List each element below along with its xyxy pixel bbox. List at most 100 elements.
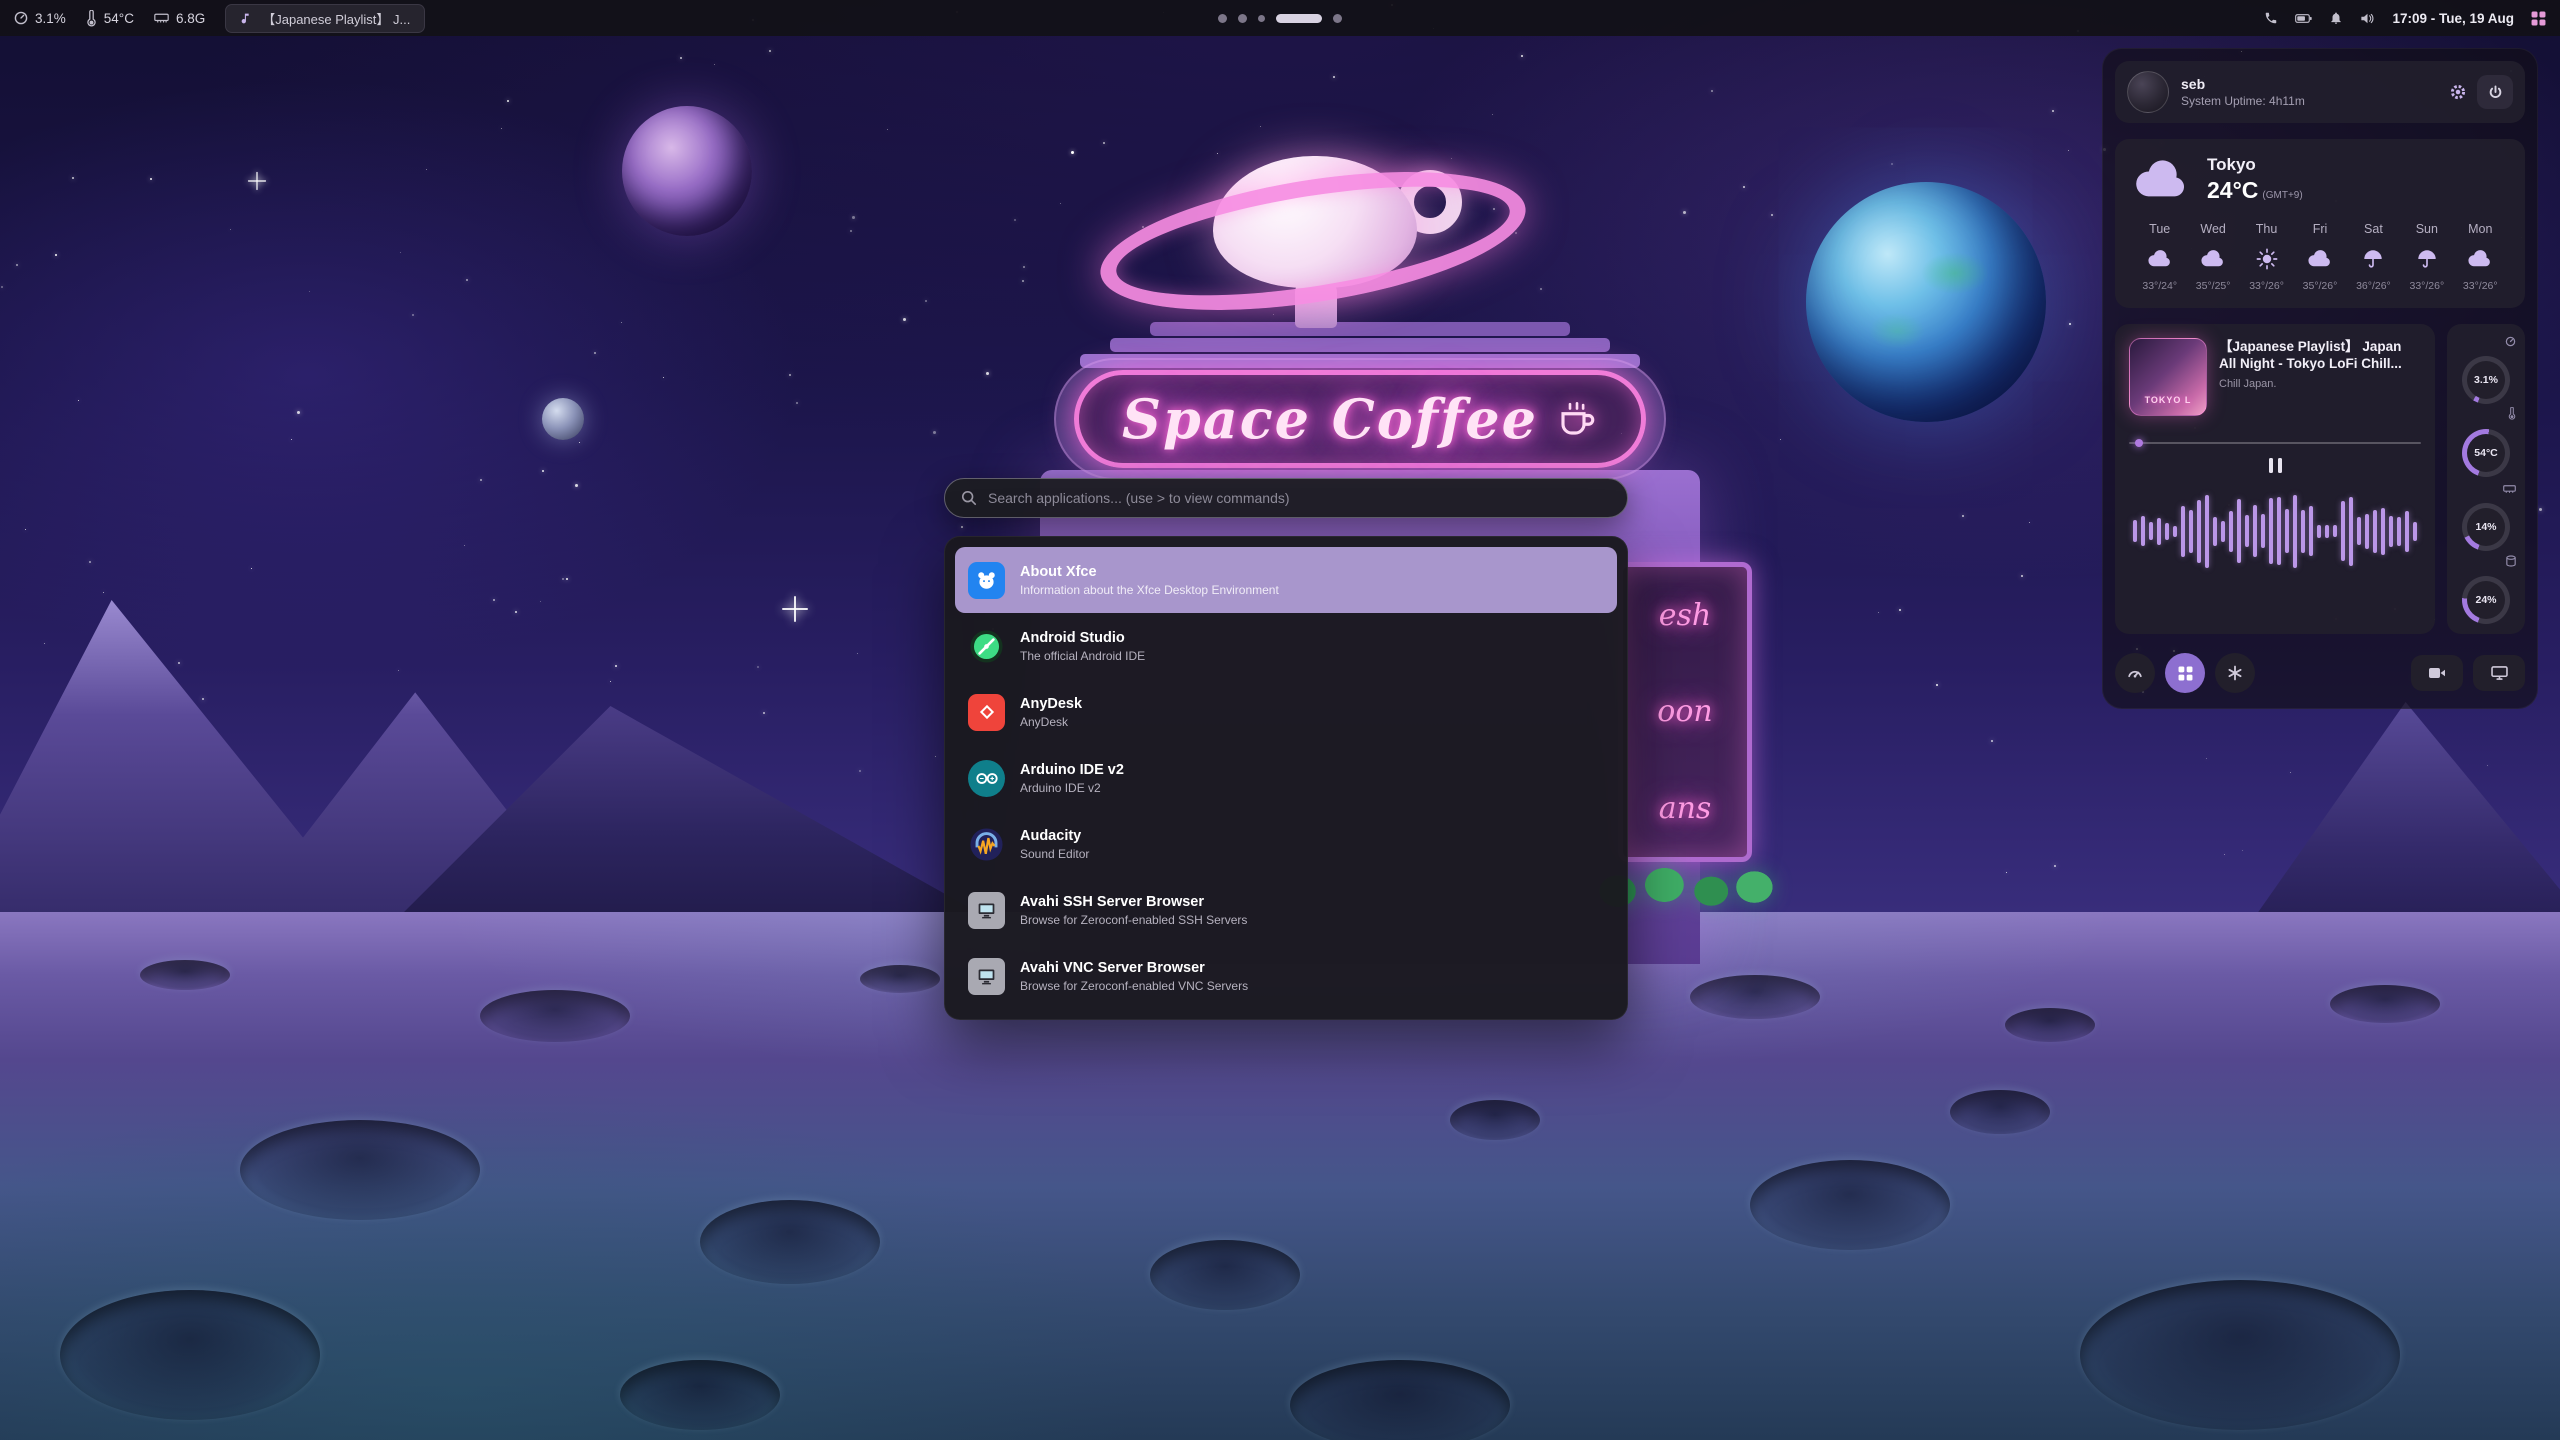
cpu-value: 3.1% <box>35 11 66 26</box>
display-icon <box>2491 666 2508 680</box>
power-icon <box>2488 85 2503 100</box>
screen-record-button[interactable] <box>2411 655 2463 691</box>
ram-icon <box>2503 481 2516 499</box>
android-studio-icon <box>968 628 1005 665</box>
flower-asterisk-icon <box>2227 665 2243 681</box>
screenshot-button[interactable] <box>2473 655 2525 691</box>
result-description: Browse for Zeroconf-enabled VNC Servers <box>1020 979 1248 993</box>
temperature-value: 54°C <box>104 11 134 26</box>
cpu-gauge: 3.1% <box>2462 356 2510 404</box>
workspace-switcher <box>1218 0 1342 36</box>
theme-button[interactable] <box>2215 653 2255 693</box>
forecast-day: Tue 33°/24° <box>2133 222 2186 292</box>
stat-temperature: 54°C <box>2454 407 2518 477</box>
window-neon-text: ans <box>1659 791 1712 826</box>
settings-gear-button[interactable] <box>2449 83 2467 101</box>
notifications-bell-icon[interactable] <box>2329 11 2343 25</box>
pause-button[interactable] <box>2129 458 2421 473</box>
cloud-icon <box>2133 160 2191 200</box>
result-name: Audacity <box>1020 828 1089 844</box>
weather-forecast: Tue 33°/24° Wed 35°/25° Thu 33°/26° Fri <box>2133 222 2507 292</box>
sign-text: Space Coffee <box>1122 387 1538 451</box>
anydesk-icon <box>968 694 1005 731</box>
app-grid-icon[interactable] <box>2531 11 2546 26</box>
avatar <box>2127 71 2169 113</box>
launcher-result-avahi-ssh[interactable]: Avahi SSH Server Browser Browse for Zero… <box>955 877 1617 943</box>
result-text: Avahi SSH Server Browser Browse for Zero… <box>1020 894 1247 927</box>
thermometer-icon <box>2508 407 2516 425</box>
progress-track <box>2129 442 2421 444</box>
search-results: About Xfce Information about the Xfce De… <box>944 536 1628 1020</box>
forecast-day: Wed 35°/25° <box>2186 222 2239 292</box>
topbar-left: 3.1% 54°C 6.8G 【Japanese Playlist】 J... <box>14 4 425 33</box>
search-icon <box>961 490 977 506</box>
sparkle-star <box>782 596 808 622</box>
cloud-icon <box>2186 244 2239 274</box>
profile-actions <box>2449 75 2513 109</box>
launcher-result-avahi-vnc[interactable]: Avahi VNC Server Browser Browse for Zero… <box>955 943 1617 1009</box>
playback-progress[interactable] <box>2129 438 2421 448</box>
launcher-result-android-studio[interactable]: Android Studio The official Android IDE <box>955 613 1617 679</box>
xfce-icon <box>968 562 1005 599</box>
cpu-gauge-icon <box>2505 334 2516 352</box>
workspace-dot-1[interactable] <box>1218 14 1227 23</box>
volume-icon[interactable] <box>2360 12 2375 25</box>
profile-card: seb System Uptime: 4h11m <box>2115 61 2525 123</box>
result-name: Android Studio <box>1020 630 1145 646</box>
workspace-dot-5[interactable] <box>1333 14 1342 23</box>
search-input[interactable] <box>988 490 1611 506</box>
launcher-result-arduino[interactable]: Arduino IDE v2 Arduino IDE v2 <box>955 745 1617 811</box>
neon-coffee-cup-icon <box>1556 398 1598 440</box>
forecast-day: Thu 33°/26° <box>2240 222 2293 292</box>
result-description: Browse for Zeroconf-enabled SSH Servers <box>1020 913 1247 927</box>
umbrella-rain-icon <box>2347 244 2400 274</box>
now-playing-button[interactable]: 【Japanese Playlist】 J... <box>225 4 425 33</box>
stat-cpu: 3.1% <box>2454 334 2518 404</box>
panel-quick-actions <box>2115 650 2525 696</box>
forecast-day: Mon 33°/26° <box>2454 222 2507 292</box>
workspace-dot-3[interactable] <box>1258 15 1265 22</box>
launcher-result-anydesk[interactable]: AnyDesk AnyDesk <box>955 679 1617 745</box>
forecast-day: Sun 33°/26° <box>2400 222 2453 292</box>
disk-gauge: 24% <box>2462 576 2510 624</box>
cafe-window: esh oon ans <box>1618 562 1752 862</box>
dock-right-group <box>2411 655 2525 691</box>
apps-button[interactable] <box>2165 653 2205 693</box>
result-text: About Xfce Information about the Xfce De… <box>1020 564 1279 597</box>
weather-city: Tokyo <box>2207 155 2303 175</box>
result-name: Avahi SSH Server Browser <box>1020 894 1247 910</box>
weather-current: Tokyo 24°C(GMT+9) <box>2133 155 2507 204</box>
speedometer-icon <box>2127 665 2143 681</box>
apps-grid-icon <box>2178 666 2193 681</box>
cpu-indicator: 3.1% <box>14 11 66 26</box>
small-moon <box>542 398 584 440</box>
media-text: 【Japanese Playlist】 Japan All Night - To… <box>2219 338 2421 416</box>
workspace-dot-4-active[interactable] <box>1276 14 1322 23</box>
progress-knob[interactable] <box>2135 439 2143 447</box>
album-art: TOKYO L <box>2129 338 2207 416</box>
profile-info: seb System Uptime: 4h11m <box>2181 76 2305 108</box>
stat-memory: 14% <box>2454 481 2518 551</box>
sparkle-star <box>248 172 266 190</box>
result-name: Arduino IDE v2 <box>1020 762 1124 778</box>
memory-gauge: 14% <box>2462 503 2510 551</box>
earth-planet <box>1806 182 2046 422</box>
performance-button[interactable] <box>2115 653 2155 693</box>
weather-timezone: (GMT+9) <box>2262 190 2302 201</box>
audacity-icon <box>968 826 1005 863</box>
battery-icon[interactable] <box>2295 13 2312 24</box>
monitor-icon <box>968 892 1005 929</box>
launcher-result-about-xfce[interactable]: About Xfce Information about the Xfce De… <box>955 547 1617 613</box>
arduino-icon <box>968 760 1005 797</box>
result-name: About Xfce <box>1020 564 1279 580</box>
launcher-result-audacity[interactable]: Audacity Sound Editor <box>955 811 1617 877</box>
clock[interactable]: 17:09 - Tue, 19 Aug <box>2392 11 2514 26</box>
track-title: 【Japanese Playlist】 Japan All Night - To… <box>2219 338 2421 372</box>
result-description: Sound Editor <box>1020 847 1089 861</box>
power-button[interactable] <box>2477 75 2513 109</box>
sign-step <box>1150 322 1570 336</box>
workspace-dot-2[interactable] <box>1238 14 1247 23</box>
phone-icon[interactable] <box>2264 11 2278 25</box>
cloud-icon <box>2293 244 2346 274</box>
memory-value: 6.8G <box>176 11 205 26</box>
